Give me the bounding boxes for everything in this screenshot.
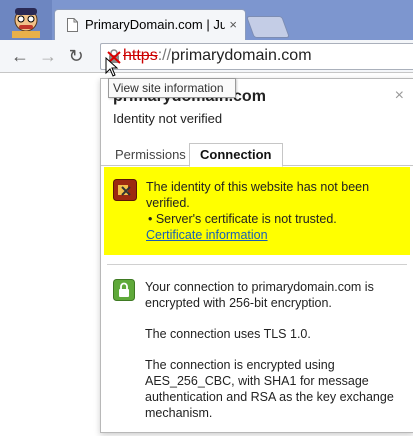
reload-button[interactable]: ↻: [64, 44, 88, 68]
incognito-avatar-icon: [12, 8, 40, 38]
address-bar[interactable]: https://primarydomain.com: [100, 43, 413, 70]
warning-text: The identity of this website has not bee…: [146, 179, 396, 227]
bubble-close-button[interactable]: ×: [395, 87, 404, 105]
mouse-cursor-icon: [105, 57, 119, 77]
section-divider: [107, 264, 407, 265]
identity-warning-box: The identity of this website has not bee…: [104, 167, 410, 255]
tls-version: The connection uses TLS 1.0.: [145, 327, 311, 341]
back-button[interactable]: ←: [8, 44, 32, 68]
window-titlebar: PrimaryDomain.com | Just ×: [0, 0, 413, 41]
profile-avatar[interactable]: [0, 0, 52, 40]
forward-button[interactable]: →: [36, 44, 60, 68]
bubble-tabs: Permissions Connection: [101, 143, 413, 167]
page-favicon-icon: [67, 18, 78, 32]
page-content: [0, 73, 100, 431]
browser-tab[interactable]: PrimaryDomain.com | Just ×: [54, 9, 246, 41]
browser-toolbar: ← → ↻ https://primarydomain.com: [0, 40, 413, 73]
site-info-tooltip: View site information: [108, 78, 236, 98]
url-host: primarydomain.com: [171, 47, 312, 64]
tab-title: PrimaryDomain.com | Just: [85, 17, 225, 32]
certificate-information-link[interactable]: Certificate information: [146, 228, 268, 242]
warning-line: The identity of this website has not bee…: [146, 180, 370, 210]
cipher-details: The connection is encrypted using AES_25…: [145, 358, 394, 420]
url-text: https://primarydomain.com: [123, 47, 312, 65]
site-info-bubble: primarydomain.com × Identity not verifie…: [100, 78, 413, 433]
encryption-lock-icon: [113, 279, 135, 301]
url-scheme: https: [123, 47, 158, 64]
identity-status: Identity not verified: [113, 111, 223, 126]
tab-connection[interactable]: Connection: [189, 143, 283, 167]
certificate-warning-icon: [113, 179, 137, 201]
tab-close-button[interactable]: ×: [229, 16, 237, 34]
warning-detail: • Server's certificate is not trusted.: [148, 212, 337, 226]
encryption-details: Your connection to primarydomain.com is …: [145, 279, 400, 436]
new-tab-button[interactable]: [245, 16, 291, 38]
tab-permissions[interactable]: Permissions: [107, 145, 194, 165]
encryption-summary: Your connection to primarydomain.com is …: [145, 280, 374, 310]
url-separator: ://: [157, 47, 172, 64]
